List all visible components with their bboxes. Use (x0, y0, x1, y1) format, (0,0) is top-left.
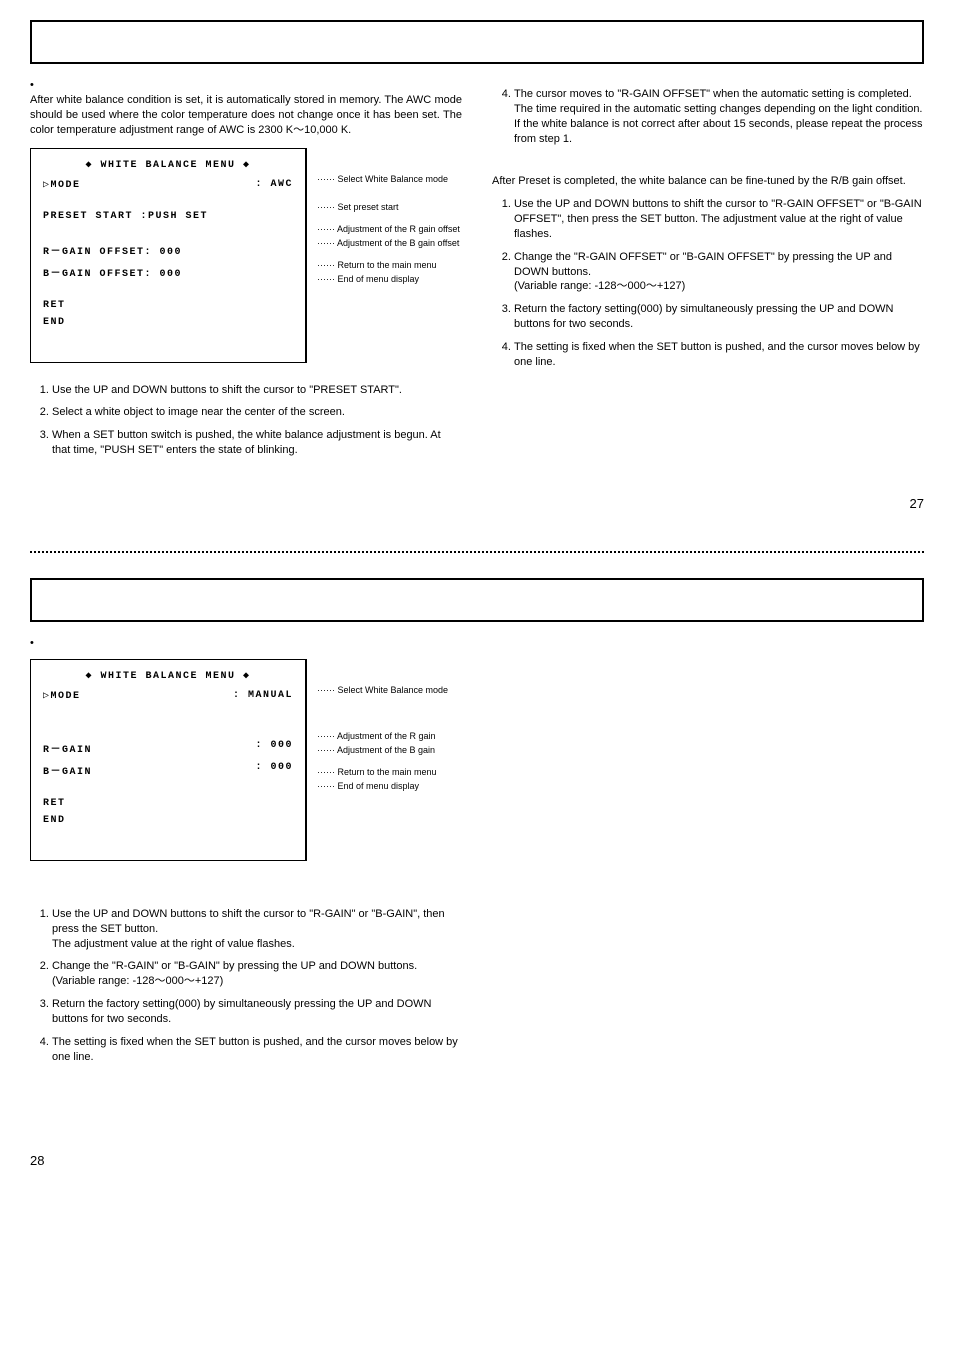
menu-preset-row: PRESET START :PUSH SET (43, 211, 293, 222)
right-column: The cursor moves to "R-GAIN OFFSET" when… (492, 79, 924, 466)
bgain-value-2: : 000 (255, 762, 293, 773)
rgain-value-2: : 000 (255, 740, 293, 751)
annot2-bgain: Adjustment of the B gain (317, 745, 462, 755)
annot2-rgain: Adjustment of the R gain (317, 731, 462, 741)
menu-bgain-row: B－GAIN OFFSET: 000 (43, 264, 293, 280)
menu-mode-row: ▷MODE : AWC (43, 179, 293, 191)
menu-mode-row-2: ▷MODE : MANUAL (43, 690, 293, 702)
menu-title: ◆ WHITE BALANCE MENU ◆ (43, 159, 293, 171)
two-column-layout: • After white balance condition is set, … (30, 79, 924, 466)
step-3: When a SET button switch is pushed, the … (52, 428, 462, 458)
menu-annotations-2: Select White Balance mode Adjustment of … (306, 659, 462, 861)
menu-ret: RET (43, 300, 293, 311)
annot-preset: Set preset start (317, 202, 462, 212)
menu-with-annotations: ◆ WHITE BALANCE MENU ◆ ▷MODE : AWC PRESE… (30, 148, 462, 363)
bullet-dot: • (30, 79, 34, 91)
annot-rgain: Adjustment of the R gain offset (317, 224, 462, 234)
menu-rgain-row: R－GAIN OFFSET: 000 (43, 242, 293, 258)
left-steps-list: Use the UP and DOWN buttons to shift the… (30, 383, 462, 458)
menu-title-2: ◆ WHITE BALANCE MENU ◆ (43, 670, 293, 682)
annot-bgain: Adjustment of the B gain offset (317, 238, 462, 248)
mode-label: ▷MODE (43, 180, 81, 191)
page-number-28: 28 (30, 1153, 924, 1168)
page-number-27: 27 (30, 496, 924, 511)
intro-paragraph: After white balance condition is set, it… (30, 93, 462, 138)
annot-mode: Select White Balance mode (317, 174, 462, 184)
right-continue-steps: The cursor moves to "R-GAIN OFFSET" when… (492, 87, 924, 146)
rstep-2: Change the "R-GAIN OFFSET" or "B-GAIN OF… (514, 250, 924, 295)
mode-value-2: : MANUAL (233, 690, 293, 701)
section-header-box (30, 20, 924, 64)
menu-ret-2: RET (43, 798, 293, 809)
bullet-dot-2: • (30, 637, 34, 649)
step-4: The cursor moves to "R-GAIN OFFSET" when… (514, 87, 924, 146)
annot-end: End of menu display (317, 274, 462, 284)
step-1: Use the UP and DOWN buttons to shift the… (52, 383, 462, 398)
osd-menu-box: ◆ WHITE BALANCE MENU ◆ ▷MODE : AWC PRESE… (30, 148, 306, 363)
menu-rgain-row-2: R－GAIN : 000 (43, 740, 293, 756)
mstep-4: The setting is fixed when the SET button… (52, 1035, 462, 1065)
manual-steps-list: Use the UP and DOWN buttons to shift the… (30, 907, 462, 1065)
rgain-label-2: R－GAIN (43, 745, 92, 756)
rstep-3: Return the factory setting(000) by simul… (514, 302, 924, 332)
finetune-paragraph: After Preset is completed, the white bal… (492, 174, 924, 189)
rstep-1: Use the UP and DOWN buttons to shift the… (514, 197, 924, 242)
menu-end: END (43, 317, 293, 328)
menu-annotations: Select White Balance mode Set preset sta… (306, 148, 462, 363)
rstep-4: The setting is fixed when the SET button… (514, 340, 924, 370)
step-2: Select a white object to image near the … (52, 405, 462, 420)
annot2-end: End of menu display (317, 781, 462, 791)
left-column-2: • ◆ WHITE BALANCE MENU ◆ ▷MODE : MANUAL … (30, 637, 462, 1073)
annot-ret: Return to the main menu (317, 260, 462, 270)
left-column: • After white balance condition is set, … (30, 79, 462, 466)
page-28: • ◆ WHITE BALANCE MENU ◆ ▷MODE : MANUAL … (30, 578, 924, 1168)
menu-end-2: END (43, 815, 293, 826)
page-separator (30, 551, 924, 553)
mode-label-2: ▷MODE (43, 691, 81, 702)
right-steps-list: Use the UP and DOWN buttons to shift the… (492, 197, 924, 369)
annot2-ret: Return to the main menu (317, 767, 462, 777)
osd-menu-box-2: ◆ WHITE BALANCE MENU ◆ ▷MODE : MANUAL R－… (30, 659, 306, 861)
right-column-2 (492, 637, 924, 1073)
annot2-mode: Select White Balance mode (317, 685, 462, 695)
two-column-layout-2: • ◆ WHITE BALANCE MENU ◆ ▷MODE : MANUAL … (30, 637, 924, 1073)
menu-bgain-row-2: B－GAIN : 000 (43, 762, 293, 778)
mstep-1: Use the UP and DOWN buttons to shift the… (52, 907, 462, 952)
mstep-3: Return the factory setting(000) by simul… (52, 997, 462, 1027)
page-27: • After white balance condition is set, … (30, 20, 924, 511)
section-header-box-2 (30, 578, 924, 622)
bgain-label-2: B－GAIN (43, 767, 92, 778)
mode-value: : AWC (255, 179, 293, 190)
mstep-2: Change the "R-GAIN" or "B-GAIN" by press… (52, 959, 462, 989)
menu-with-annotations-2: ◆ WHITE BALANCE MENU ◆ ▷MODE : MANUAL R－… (30, 659, 462, 861)
